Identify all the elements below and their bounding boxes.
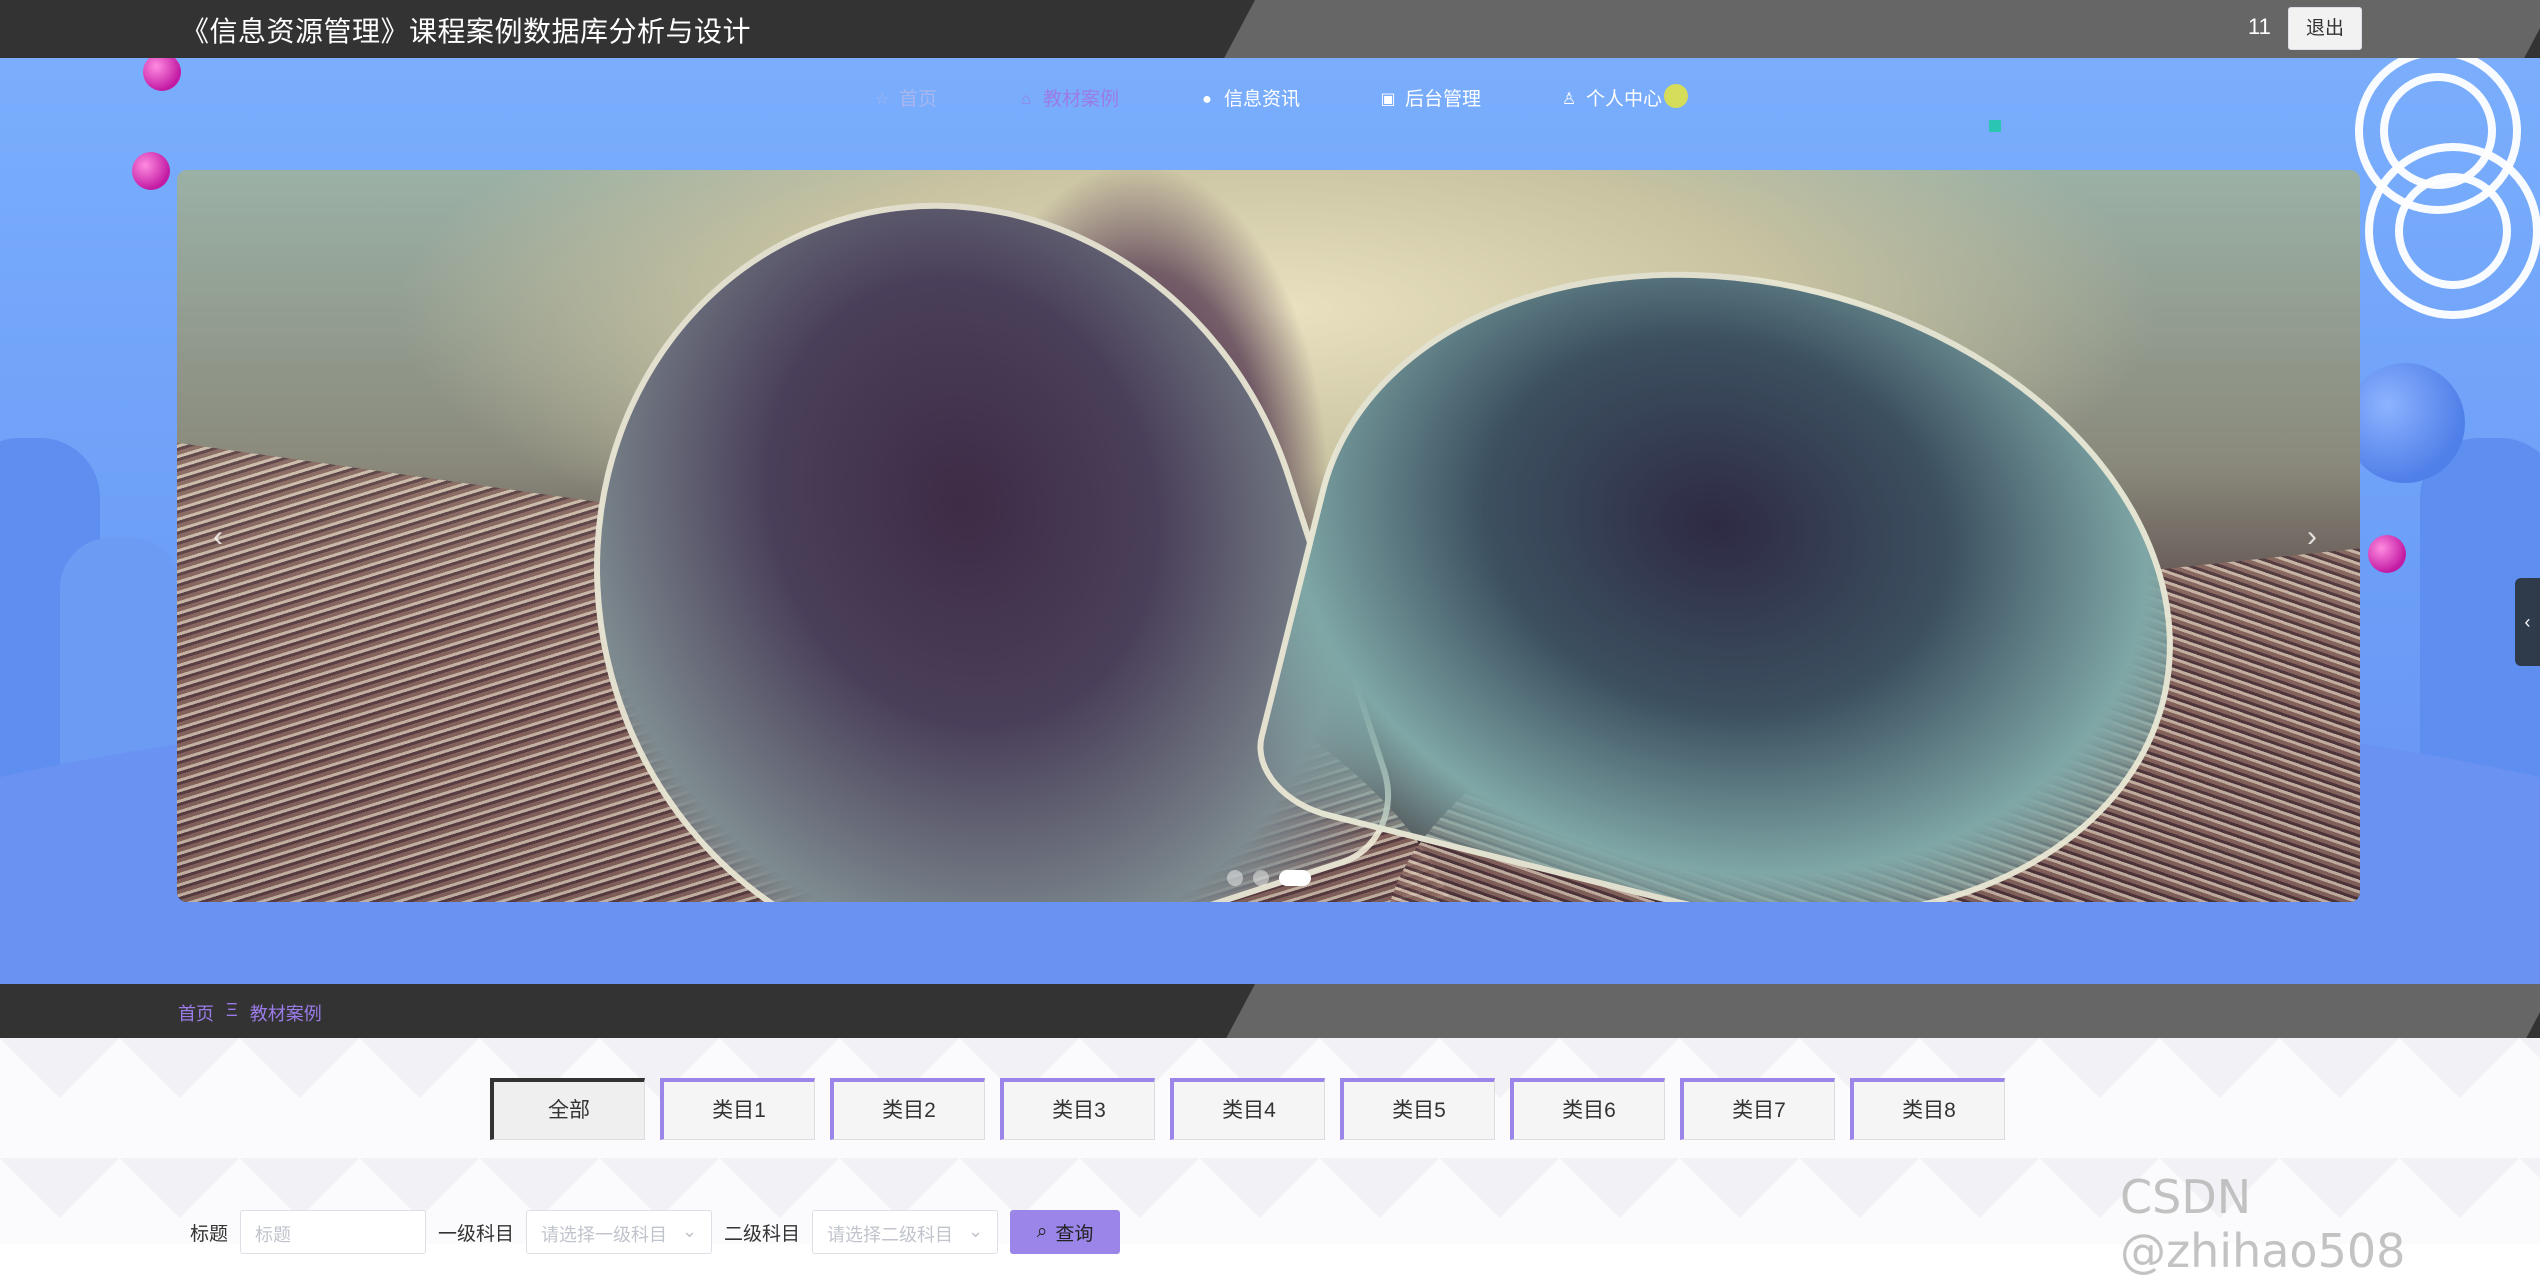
level1-select[interactable]: 请选择一级科目 ⌄ xyxy=(526,1210,713,1254)
level1-filter-label: 一级科目 xyxy=(438,1223,515,1245)
breadcrumb-separator: Ξ xyxy=(226,1000,238,1020)
site-title: 《信息资源管理》课程案例数据库分析与设计 xyxy=(181,15,752,48)
user-icon: ♙ xyxy=(1561,91,1577,108)
category-tab-1[interactable]: 类目1 xyxy=(660,1078,815,1140)
category-tab-7[interactable]: 类目7 xyxy=(1680,1078,1835,1140)
side-panel-toggle[interactable]: ‹ xyxy=(2515,578,2540,666)
breadcrumb-current: 教材案例 xyxy=(249,1004,322,1024)
star-icon: ☆ xyxy=(874,91,890,108)
carousel-dot[interactable] xyxy=(1227,870,1243,886)
search-icon: ⌕ xyxy=(1036,1221,1048,1242)
category-tab-6[interactable]: 类目6 xyxy=(1510,1078,1665,1140)
heart-page-right-image xyxy=(1243,183,2243,902)
category-tab-3[interactable]: 类目3 xyxy=(1000,1078,1155,1140)
breadcrumb: 首页 Ξ 教材案例 xyxy=(178,1000,322,1026)
carousel-next-arrow[interactable]: › xyxy=(2307,520,2317,554)
category-tabs: 全部 类目1 类目2 类目3 类目4 类目5 类目6 类目7 类目8 xyxy=(490,1078,2005,1140)
search-filters: 标题 标题 一级科目 请选择一级科目 ⌄ 二级科目 请选择二级科目 ⌄ ⌕ 查询 xyxy=(190,1210,1121,1254)
nav-textbook-cases[interactable]: ⌂ 教材案例 xyxy=(1017,80,1119,120)
title-filter-label: 标题 xyxy=(190,1223,229,1245)
top-header: 《信息资源管理》课程案例数据库分析与设计 11 退出 xyxy=(0,0,2540,58)
level2-select-placeholder: 请选择二级科目 xyxy=(827,1225,954,1245)
nav-profile[interactable]: ♙ 个人中心 xyxy=(1560,80,1662,120)
nav-admin[interactable]: ▣ 后台管理 xyxy=(1379,80,1481,120)
chevron-down-icon: ⌄ xyxy=(967,1221,984,1241)
category-tab-4[interactable]: 类目4 xyxy=(1170,1078,1325,1140)
bag-icon: ⌂ xyxy=(1021,91,1031,108)
carousel-dot-active[interactable] xyxy=(1279,870,1311,886)
level1-select-placeholder: 请选择一级科目 xyxy=(541,1225,668,1245)
logout-button[interactable]: 退出 xyxy=(2288,7,2362,50)
nav-news-label: 信息资讯 xyxy=(1224,89,1301,110)
level2-filter-label: 二级科目 xyxy=(724,1223,801,1245)
nav-home[interactable]: ☆ 首页 xyxy=(873,80,937,120)
hero-banner: ☆ 首页 ⌂ 教材案例 ● 信息资讯 ▣ 后台管理 ♙ 个人中心 ‹ › xyxy=(0,58,2540,984)
nav-profile-label: 个人中心 xyxy=(1586,89,1663,110)
category-tab-5[interactable]: 类目5 xyxy=(1340,1078,1495,1140)
username: 11 xyxy=(2248,14,2271,39)
carousel-dot[interactable] xyxy=(1253,870,1269,886)
teal-dot-decoration xyxy=(1989,120,2001,132)
category-tab-all[interactable]: 全部 xyxy=(490,1078,645,1140)
image-carousel: ‹ › xyxy=(177,170,2360,902)
pink-ball-decoration xyxy=(132,152,170,190)
category-tab-2[interactable]: 类目2 xyxy=(830,1078,985,1140)
pink-ball-decoration xyxy=(2368,535,2406,573)
breadcrumb-bar: 首页 Ξ 教材案例 xyxy=(0,984,2540,1038)
main-nav: ☆ 首页 ⌂ 教材案例 ● 信息资讯 ▣ 后台管理 ♙ 个人中心 xyxy=(0,80,2540,120)
title-input[interactable]: 标题 xyxy=(240,1210,427,1254)
nav-admin-label: 后台管理 xyxy=(1405,89,1482,110)
breadcrumb-slant-decoration xyxy=(1226,984,2540,1038)
level2-select[interactable]: 请选择二级科目 ⌄ xyxy=(812,1210,999,1254)
nav-textbook-cases-label: 教材案例 xyxy=(1043,89,1120,110)
chevron-down-icon: ⌄ xyxy=(681,1221,698,1241)
query-button[interactable]: ⌕ 查询 xyxy=(1010,1210,1121,1254)
carousel-prev-arrow[interactable]: ‹ xyxy=(213,520,223,554)
nav-home-label: 首页 xyxy=(899,89,938,110)
nav-news[interactable]: ● 信息资讯 xyxy=(1198,80,1300,120)
box-icon: ▣ xyxy=(1380,91,1396,108)
category-tab-8[interactable]: 类目8 xyxy=(1850,1078,2005,1140)
info-circle-icon: ● xyxy=(1202,91,1212,108)
csdn-watermark: CSDN @zhihao508 xyxy=(2120,1170,2406,1278)
breadcrumb-home[interactable]: 首页 xyxy=(178,1000,214,1026)
blue-sphere-decoration xyxy=(2345,363,2465,483)
query-button-label: 查询 xyxy=(1055,1223,1094,1245)
carousel-indicators xyxy=(1227,870,1311,886)
rings-decoration-mid-inner xyxy=(2395,173,2511,289)
